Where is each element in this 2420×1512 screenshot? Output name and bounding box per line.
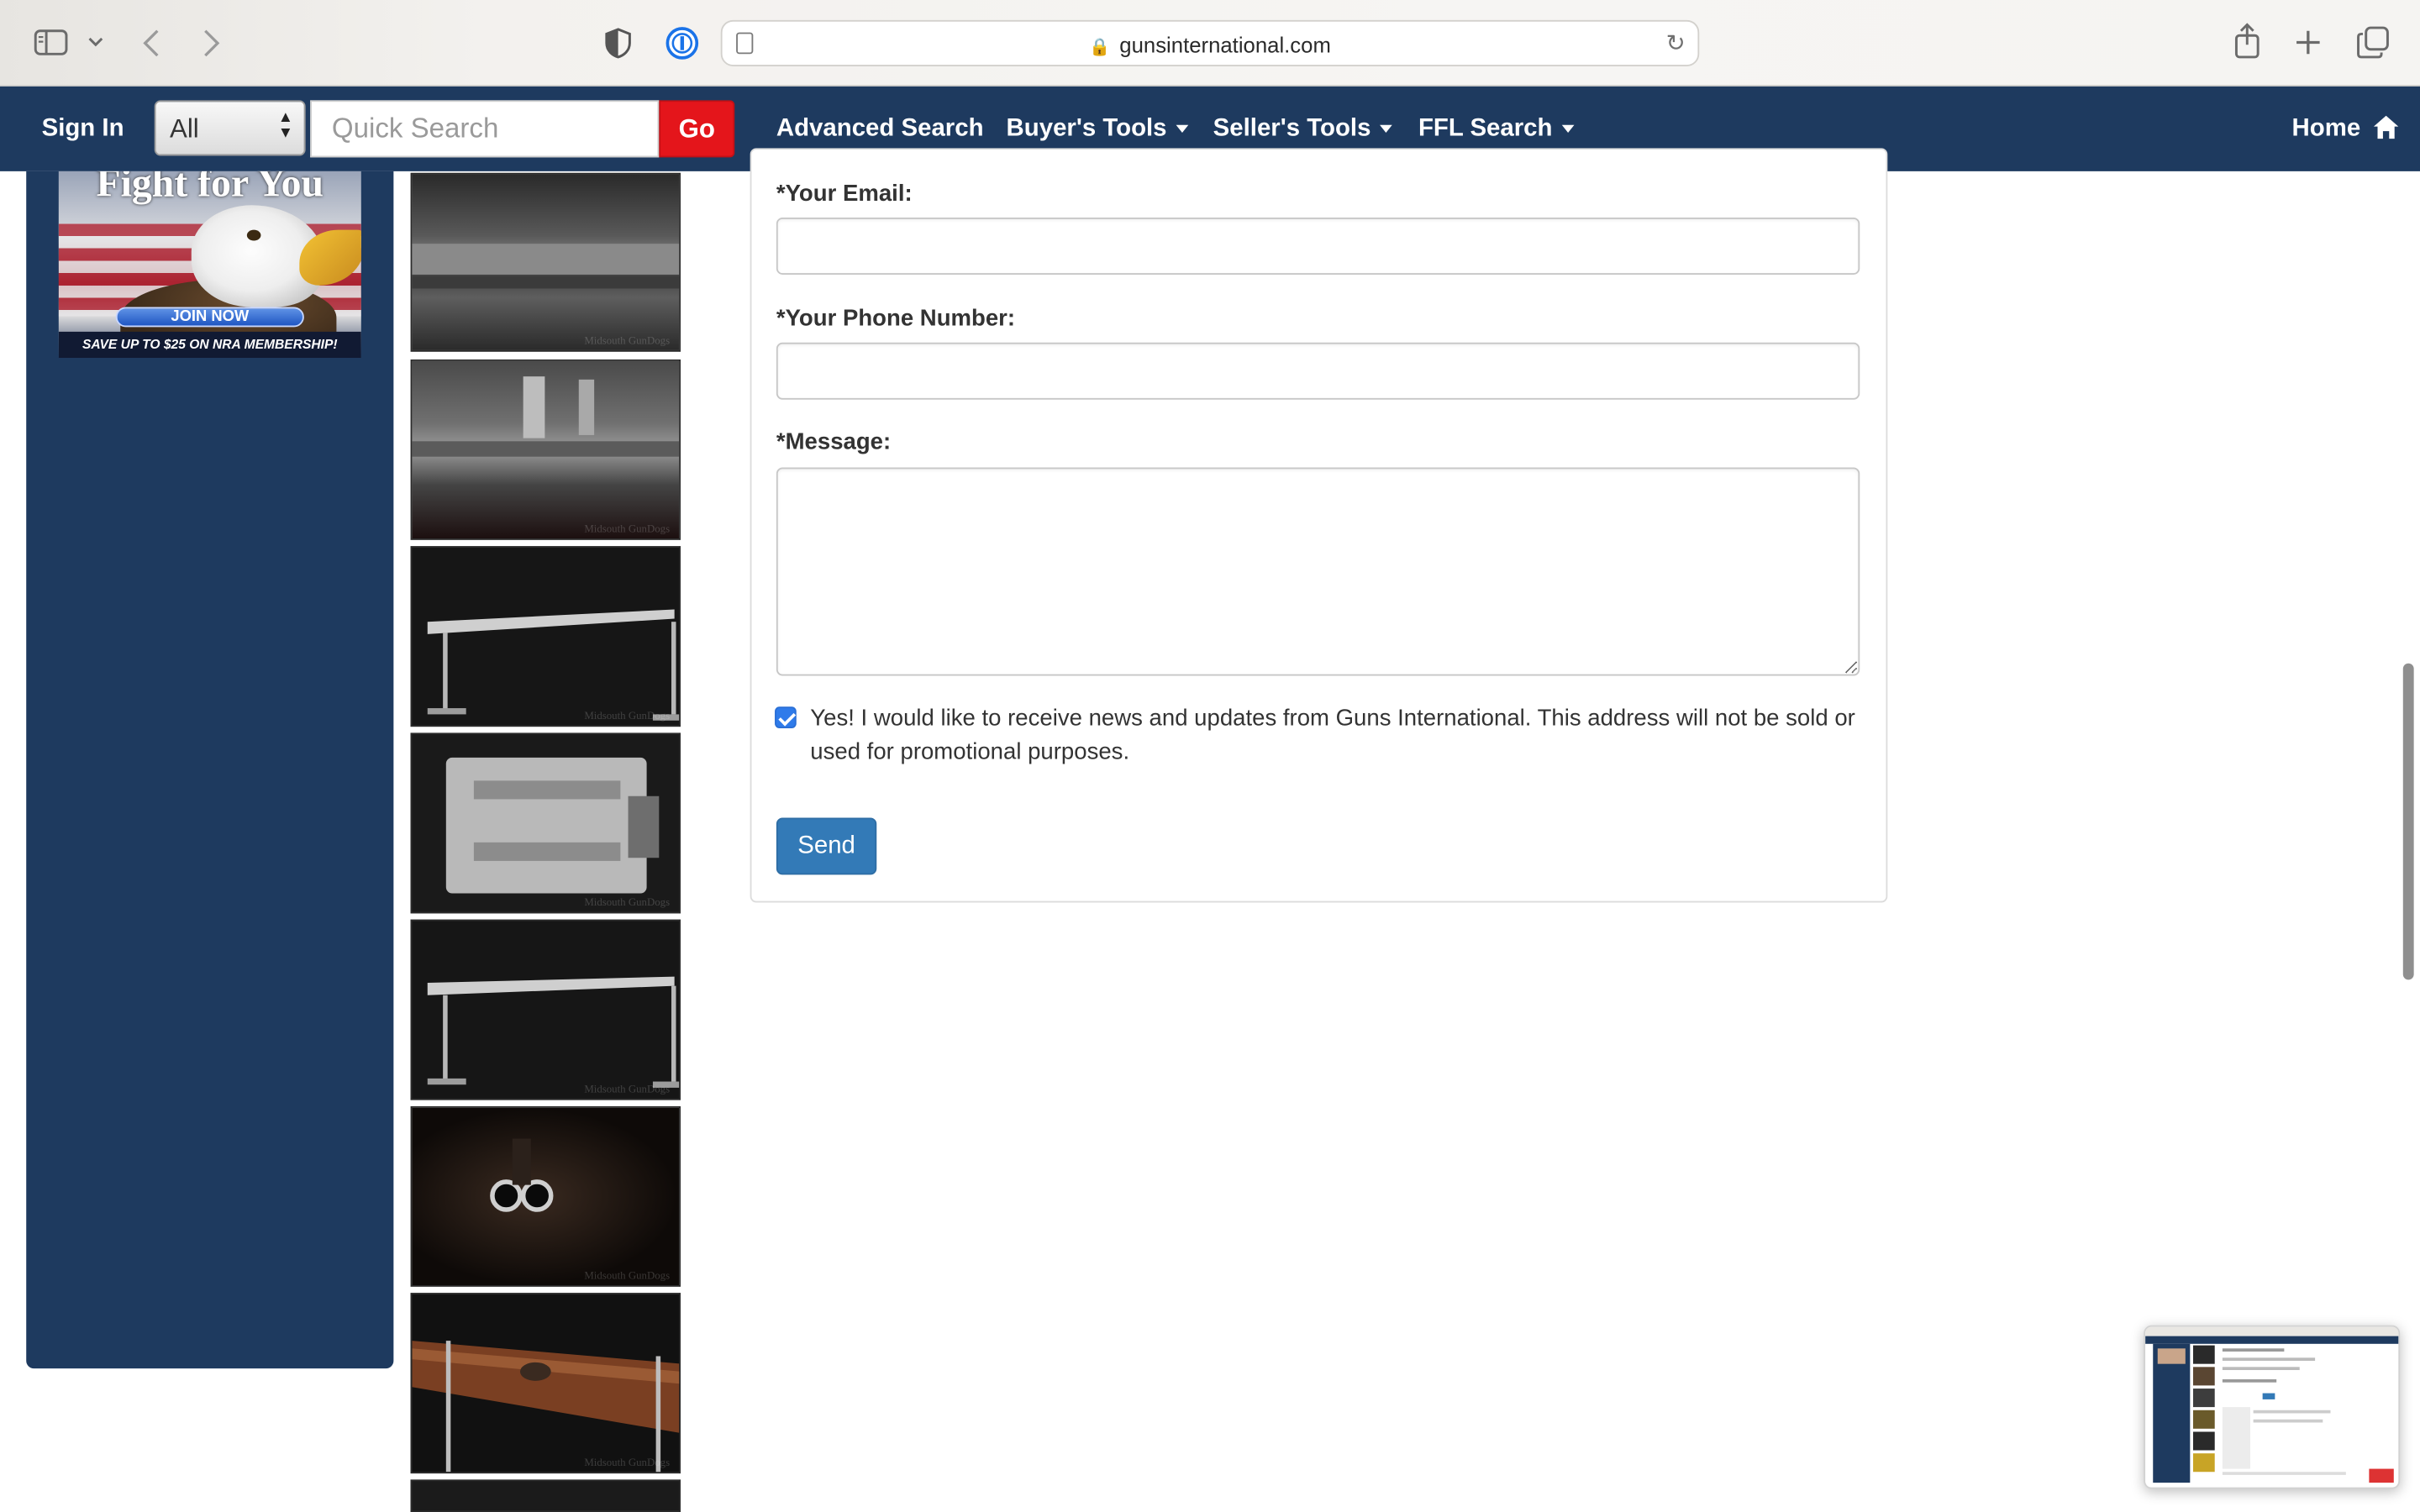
gun-thumbnail-1[interactable]: Midsouth GunDogs: [410, 172, 681, 352]
caret-down-icon: [1176, 125, 1189, 134]
send-button[interactable]: Send: [776, 817, 877, 875]
caret-down-icon: [1380, 125, 1393, 134]
nra-ad-banner[interactable]: Fight for You JOIN NOW SAVE UP TO $25 ON…: [58, 171, 361, 359]
caret-down-icon: [1561, 125, 1575, 134]
category-select-value: All: [170, 113, 199, 144]
select-arrows-icon: ▲ ▼: [277, 109, 293, 142]
join-now-button[interactable]: JOIN NOW: [115, 307, 304, 328]
optin-checkbox[interactable]: [775, 706, 797, 728]
gun-thumbnail-8[interactable]: [410, 1479, 681, 1512]
password-manager-icon[interactable]: [666, 26, 699, 60]
privacy-shield-icon[interactable]: [605, 28, 631, 59]
browser-toolbar: 🔒 gunsinternational.com ↻: [0, 0, 2420, 87]
sign-in-link[interactable]: Sign In: [42, 116, 124, 144]
buyers-tools-menu[interactable]: Buyer's Tools: [1007, 116, 1189, 144]
category-select[interactable]: All ▲ ▼: [154, 100, 306, 156]
gun-thumbnail-6[interactable]: Midsouth GunDogs: [410, 1105, 681, 1287]
new-tab-icon[interactable]: [2295, 29, 2321, 55]
gun-thumbnail-7[interactable]: Midsouth GunDogs: [410, 1293, 681, 1474]
gun-thumbnail-3[interactable]: Midsouth GunDogs: [410, 546, 681, 727]
sellers-tools-menu[interactable]: Seller's Tools: [1213, 115, 1393, 144]
sellers-tools-label: Seller's Tools: [1213, 115, 1371, 142]
message-label: *Message:: [776, 428, 892, 455]
phone-label: *Your Phone Number:: [776, 305, 1016, 332]
go-button[interactable]: Go: [659, 100, 735, 158]
email-field[interactable]: [776, 217, 1860, 275]
tab-overview-icon[interactable]: [2357, 26, 2390, 59]
share-icon[interactable]: [2233, 23, 2261, 59]
email-label: *Your Email:: [776, 180, 913, 207]
back-arrow-icon[interactable]: [142, 28, 160, 59]
home-link[interactable]: Home: [2291, 115, 2399, 144]
sidebar-toggle-icon[interactable]: [34, 29, 68, 55]
left-sidebar: Fight for You JOIN NOW SAVE UP TO $25 ON…: [26, 171, 394, 1369]
reload-icon[interactable]: ↻: [1666, 29, 1686, 57]
message-textarea[interactable]: [776, 467, 1860, 676]
home-icon: [2373, 115, 2399, 139]
home-label: Home: [2291, 115, 2361, 142]
phone-field[interactable]: [776, 342, 1860, 400]
chevron-down-icon[interactable]: [88, 37, 103, 48]
ffl-search-label: FFL Search: [1418, 115, 1553, 142]
optin-text: Yes! I would like to receive news and up…: [810, 705, 1855, 766]
forward-arrow-icon[interactable]: [203, 28, 221, 59]
buyers-tools-label: Buyer's Tools: [1006, 115, 1167, 142]
address-bar[interactable]: 🔒 gunsinternational.com ↻: [720, 19, 1700, 66]
ffl-search-menu[interactable]: FFL Search: [1418, 115, 1575, 144]
page-preview-thumbnail[interactable]: [2144, 1325, 2401, 1489]
advanced-search-link[interactable]: Advanced Search: [776, 116, 984, 144]
quick-search-input[interactable]: [310, 100, 660, 158]
lock-icon: 🔒: [1089, 38, 1111, 57]
browser-window: 🔒 gunsinternational.com ↻ Sign In All ▲ ▼ …: [0, 0, 2420, 1512]
url-text: gunsinternational.com: [1119, 32, 1331, 57]
gun-thumbnail-4[interactable]: Midsouth GunDogs: [410, 732, 681, 914]
ad-tagline: SAVE UP TO $25 ON NRA MEMBERSHIP!: [58, 331, 361, 359]
page-scrollbar[interactable]: [2402, 663, 2414, 980]
gun-thumbnail-5[interactable]: Midsouth GunDogs: [410, 919, 681, 1100]
gun-thumbnail-2[interactable]: Midsouth GunDogs: [410, 359, 681, 540]
ad-headline: Fight for You: [96, 171, 324, 206]
